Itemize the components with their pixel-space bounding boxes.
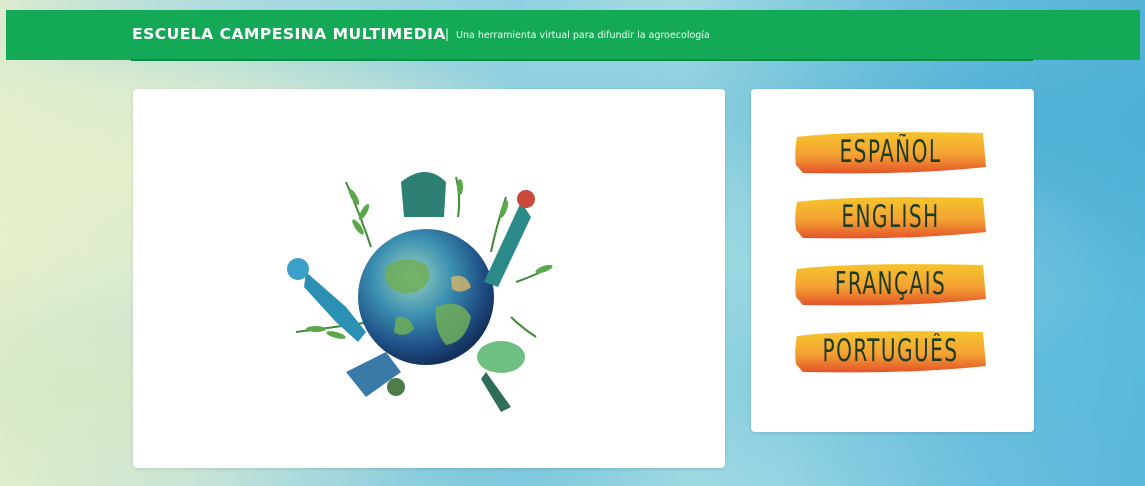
site-title[interactable]: ESCUELA CAMPESINA MULTIMEDIA [132, 25, 446, 43]
language-card: ESPAÑOL ENGLISH FRANÇAIS PORTUGUÊS [751, 89, 1034, 432]
lang-button-francais[interactable]: FRANÇAIS [793, 259, 988, 309]
lang-label: FRANÇAIS [834, 266, 947, 302]
lang-label: ESPAÑOL [839, 134, 942, 170]
title-separator: | [445, 27, 450, 41]
lang-label: PORTUGUÊS [822, 333, 959, 369]
lang-button-espanol[interactable]: ESPAÑOL [793, 127, 988, 177]
header-divider [131, 59, 1033, 61]
globe-illustration [287, 172, 553, 412]
hero-card [133, 89, 725, 468]
site-tagline: Una herramienta virtual para difundir la… [456, 30, 710, 41]
lang-button-english[interactable]: ENGLISH [793, 192, 988, 242]
lang-button-portugues[interactable]: PORTUGUÊS [793, 326, 988, 376]
lang-label: ENGLISH [841, 199, 940, 235]
